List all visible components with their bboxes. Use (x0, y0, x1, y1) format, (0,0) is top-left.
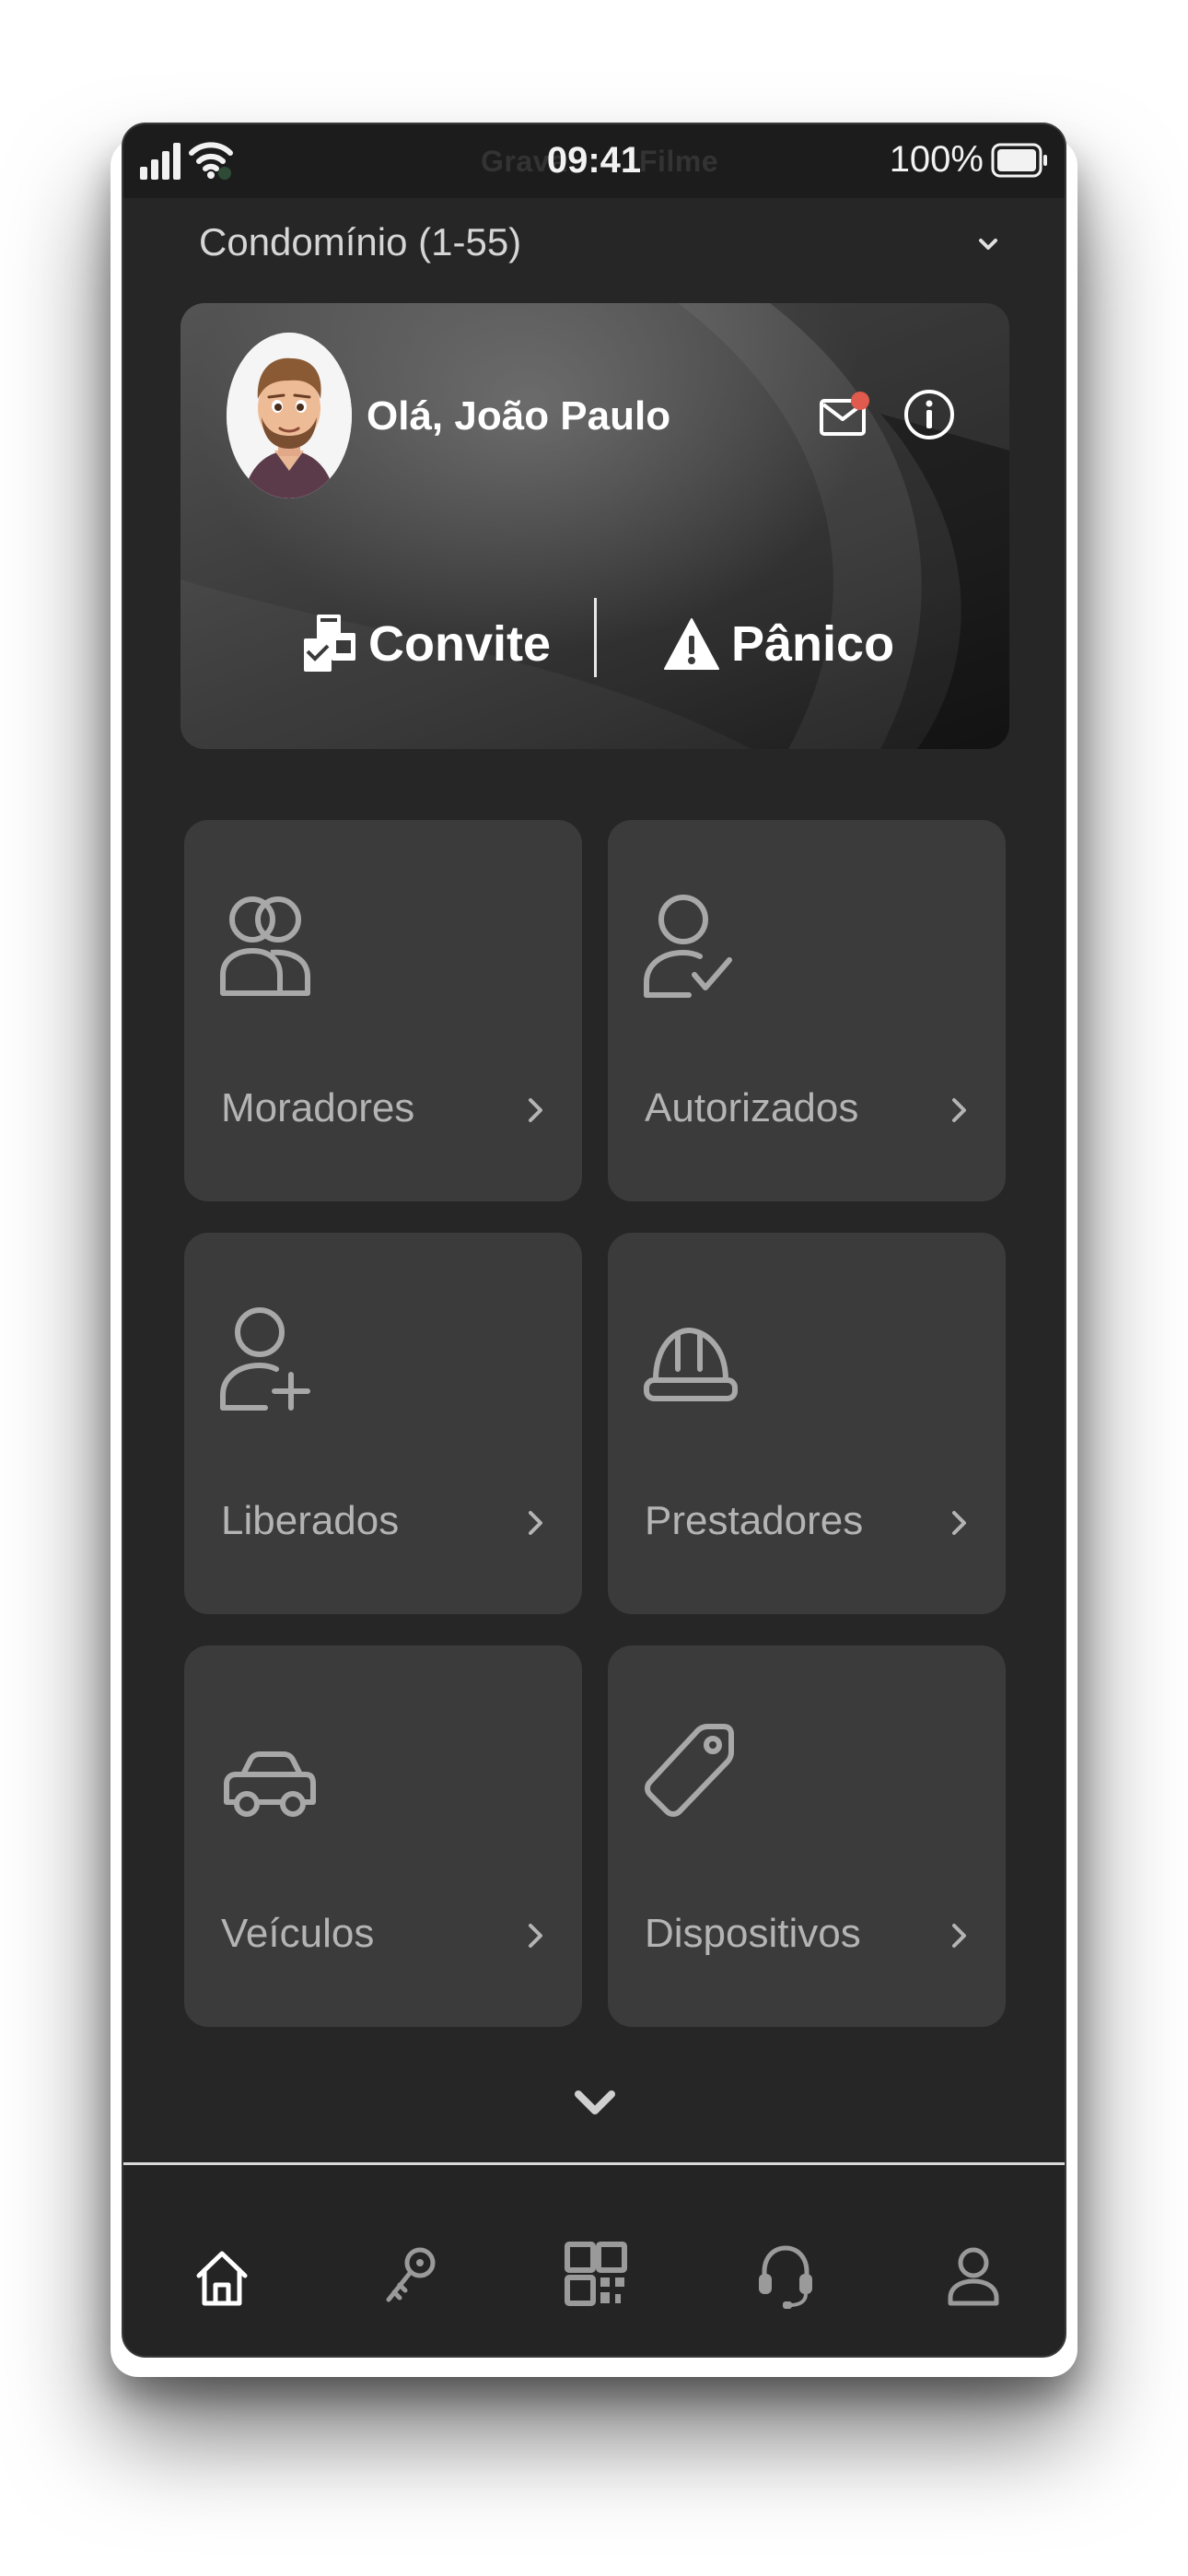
action-divider (594, 598, 597, 677)
tile-label: Moradores (221, 1085, 415, 1130)
tile-label: Dispositivos (645, 1911, 861, 1956)
qr-code-icon[interactable] (564, 2239, 628, 2313)
avatar[interactable] (227, 333, 352, 498)
battery-icon (991, 143, 1047, 178)
invite-button[interactable]: Convite (300, 607, 551, 681)
phone-screen: Grava Filme 09:41 100% Condomínio (1-55) (122, 123, 1066, 2358)
user-plus-icon (220, 1307, 310, 1411)
mail-icon[interactable] (816, 388, 873, 445)
tile-label: Autorizados (645, 1085, 859, 1130)
home-icon[interactable] (190, 2239, 254, 2313)
status-bar: Grava Filme 09:41 100% (123, 124, 1065, 198)
user-icon[interactable] (941, 2239, 1006, 2313)
chevron-right-icon (529, 1511, 542, 1535)
tile-dispositivos[interactable]: Dispositivos (608, 1645, 1006, 2027)
chevron-right-icon (952, 1924, 966, 1948)
chevron-right-icon (952, 1098, 966, 1122)
tile-prestadores[interactable]: Prestadores (608, 1233, 1006, 1614)
users-icon (220, 896, 310, 996)
bottom-navigation (123, 2165, 1065, 2356)
key-icon[interactable] (378, 2239, 442, 2313)
chevron-right-icon (529, 1098, 542, 1122)
invite-label: Convite (368, 616, 552, 672)
tag-icon (645, 1724, 734, 1817)
tile-liberados[interactable]: Liberados (184, 1233, 582, 1614)
condominium-selector[interactable]: Condomínio (1-55) (199, 220, 521, 264)
greeting-text: Olá, João Paulo (367, 393, 671, 439)
chevron-right-icon (529, 1924, 542, 1948)
chevron-down-icon[interactable] (976, 235, 1000, 253)
headset-icon[interactable] (753, 2239, 818, 2313)
tile-label: Prestadores (645, 1498, 864, 1543)
panic-button[interactable]: Pânico (663, 607, 894, 681)
tile-label: Liberados (221, 1498, 400, 1543)
tile-label: Veículos (221, 1911, 375, 1956)
battery-percentage: 100% (889, 139, 984, 180)
tile-moradores[interactable]: Moradores (184, 820, 582, 1201)
hardhat-icon (644, 1327, 738, 1401)
info-icon[interactable] (901, 386, 958, 443)
car-icon (224, 1751, 316, 1817)
welcome-card: Olá, João Paulo Convite Pânico (181, 303, 1009, 749)
warning-icon (664, 618, 719, 670)
tile-veiculos[interactable]: Veículos (184, 1645, 582, 2027)
tile-autorizados[interactable]: Autorizados (608, 820, 1006, 1201)
invite-icon (304, 615, 355, 672)
show-more-chevron-icon[interactable] (573, 2087, 617, 2118)
avatar-illustration (227, 333, 352, 498)
panic-label: Pânico (731, 616, 895, 672)
chevron-right-icon (952, 1511, 966, 1535)
user-check-icon (644, 895, 732, 998)
notification-dot (851, 392, 869, 410)
